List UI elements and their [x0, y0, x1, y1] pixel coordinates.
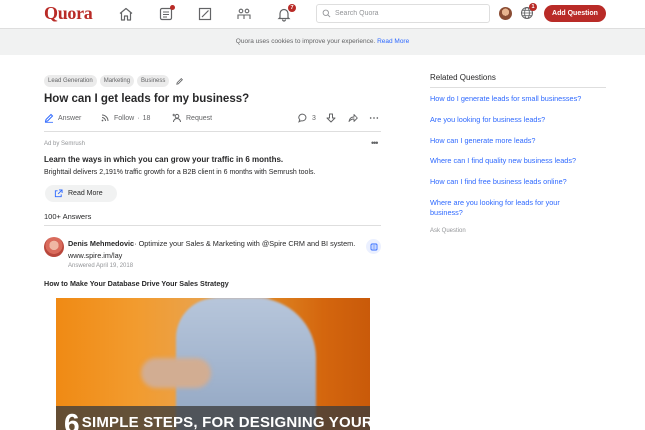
ask-question-link[interactable]: Ask Question	[430, 228, 466, 234]
ad-read-more-label: Read More	[68, 190, 103, 197]
answer-date[interactable]: Answered April 19, 2018	[68, 263, 133, 269]
image-caption-text: SIMPLE STEPS, FOR DESIGNING YOUR	[81, 414, 370, 430]
answer-author-line: Denis Mehmedovic· Optimize your Sales & …	[68, 239, 356, 260]
downvote-button[interactable]	[326, 113, 340, 123]
comments-button[interactable]: 3	[298, 113, 316, 123]
avatar[interactable]	[499, 7, 512, 20]
comment-icon	[298, 113, 307, 123]
topic-chip[interactable]: Lead Generation	[44, 75, 97, 87]
image-caption-number: 6	[64, 408, 80, 430]
related-question-link[interactable]: Where are you looking for leads for your…	[430, 198, 590, 218]
add-person-icon	[172, 113, 181, 123]
related-question-link[interactable]: How can I find free business leads onlin…	[430, 177, 610, 187]
quora-logo[interactable]: Quora	[44, 3, 93, 24]
divider	[430, 87, 606, 88]
question-title: How can I get leads for my business?	[44, 93, 250, 105]
more-options-button[interactable]	[369, 113, 383, 123]
related-question-link[interactable]: How can I generate more leads?	[430, 136, 610, 146]
following-icon[interactable]	[156, 4, 176, 24]
search-icon	[322, 9, 331, 18]
ad-text: Brighttail delivers 2,191% traffic growt…	[44, 169, 316, 176]
more-dots-icon	[369, 117, 379, 119]
share-button[interactable]	[348, 113, 362, 123]
related-question-link[interactable]: How do I generate leads for small busine…	[430, 94, 610, 104]
topic-list: Lead Generation Marketing Business	[44, 75, 184, 87]
search-input[interactable]	[335, 10, 485, 17]
answers-count[interactable]: 100+ Answers	[44, 212, 91, 221]
topic-chip[interactable]: Business	[137, 75, 170, 87]
bell-icon[interactable]: 7	[274, 4, 296, 24]
edit-topics-icon[interactable]	[175, 77, 184, 86]
follow-icon	[101, 114, 109, 122]
cookie-text: Quora uses cookies to improve your exper…	[235, 38, 376, 45]
answer-button[interactable]: Answer	[44, 113, 81, 123]
related-questions-heading: Related Questions	[430, 73, 496, 82]
related-question-link[interactable]: Are you looking for business leads?	[430, 115, 610, 125]
related-question-link[interactable]: Where can I find quality new business le…	[430, 156, 610, 166]
comments-count: 3	[312, 114, 316, 122]
notifications-badge: 7	[288, 4, 296, 12]
topic-chip[interactable]: Marketing	[99, 75, 135, 87]
home-icon[interactable]	[116, 4, 136, 24]
divider	[44, 131, 381, 132]
request-label: Request	[186, 114, 213, 122]
external-link-icon	[54, 189, 63, 198]
author-avatar[interactable]	[44, 237, 64, 257]
answer-label: Answer	[58, 114, 82, 122]
answer-title: How to Make Your Database Drive Your Sal…	[44, 279, 229, 288]
top-nav: Quora 7 1 Add Question	[0, 0, 645, 29]
cookie-read-more-link[interactable]: Read More	[377, 38, 409, 45]
request-button[interactable]: Request	[172, 113, 212, 123]
spaces-icon[interactable]	[234, 4, 254, 24]
answer-image[interactable]: 6 SIMPLE STEPS, FOR DESIGNING YOUR	[56, 298, 370, 430]
cookie-banner: Quora uses cookies to improve your exper…	[0, 29, 645, 55]
search-bar[interactable]	[316, 4, 490, 23]
follow-author-button[interactable]	[366, 239, 381, 254]
downvote-arrow-icon	[326, 113, 336, 123]
ad-label[interactable]: Ad by Semrush	[44, 141, 85, 147]
pencil-icon	[44, 113, 54, 123]
ad-read-more-button[interactable]: Read More	[45, 185, 117, 202]
ad-title[interactable]: Learn the ways in which you can grow you…	[44, 155, 283, 164]
question-actions: Answer Follow · 18 Request 3	[44, 113, 381, 127]
answer-icon[interactable]	[195, 4, 215, 24]
follow-count: 18	[142, 114, 151, 122]
follow-label: Follow	[114, 114, 135, 122]
follow-button[interactable]: Follow · 18	[100, 113, 150, 123]
author-name[interactable]: Denis Mehmedovic	[68, 239, 134, 248]
image-caption: 6 SIMPLE STEPS, FOR DESIGNING YOUR	[64, 408, 370, 430]
divider	[44, 225, 381, 226]
ad-more-options-icon[interactable]: •••	[371, 138, 379, 148]
add-question-button[interactable]: Add Question	[544, 5, 606, 22]
share-icon	[348, 114, 358, 122]
follow-author-icon	[370, 243, 377, 250]
language-badge: 1	[529, 3, 537, 11]
following-dot-badge	[170, 5, 175, 10]
